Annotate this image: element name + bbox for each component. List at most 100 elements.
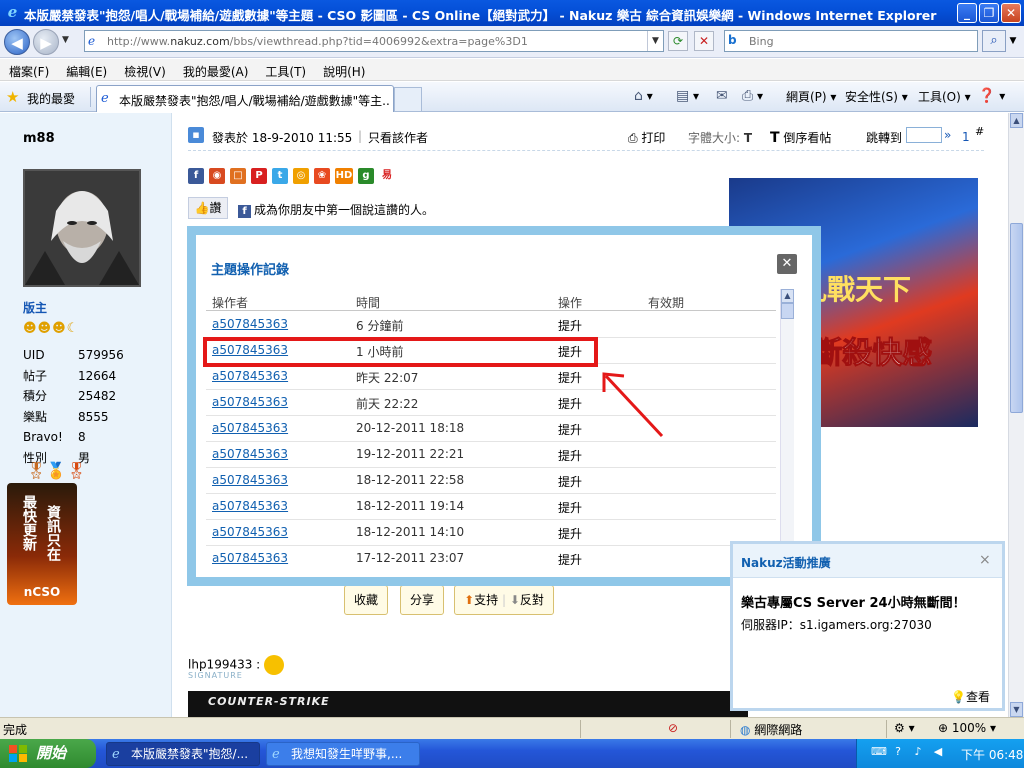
plurk-icon[interactable]: P bbox=[251, 168, 267, 184]
operator-link[interactable]: a507845363 bbox=[212, 421, 288, 435]
collect-button[interactable]: 收藏 bbox=[344, 585, 388, 615]
like-button[interactable]: 👍讚 bbox=[188, 197, 228, 219]
menu-file[interactable]: 檔案(F) bbox=[0, 59, 57, 80]
menu-favorites[interactable]: 我的最愛(A) bbox=[174, 59, 257, 80]
menu-view[interactable]: 檢視(V) bbox=[115, 59, 174, 80]
menu-tools[interactable]: 工具(T) bbox=[256, 59, 314, 80]
address-bar[interactable]: e http://www.nakuz.com/bbs/viewthread.ph… bbox=[84, 30, 664, 52]
maximize-button[interactable]: ❐ bbox=[979, 3, 999, 23]
share-button[interactable]: 分享 bbox=[400, 585, 444, 615]
keyboard-icon[interactable]: ⌨ bbox=[871, 745, 887, 759]
oppose-button[interactable]: ⬇反對 bbox=[510, 593, 544, 607]
avatar[interactable] bbox=[23, 169, 141, 287]
security-zone[interactable]: ◍ 網際網路 bbox=[740, 721, 802, 738]
operator-link[interactable]: a507845363 bbox=[212, 447, 288, 461]
help-tray-icon[interactable]: ? bbox=[891, 745, 905, 759]
address-url[interactable]: http://www.nakuz.com/bbs/viewthread.php?… bbox=[107, 35, 528, 48]
printer-icon: ⎙ bbox=[628, 131, 642, 145]
dialog-scrollbar[interactable]: ▲ bbox=[780, 289, 794, 565]
promo-banner[interactable]: 最快更新 資訊只在 nCSO bbox=[7, 483, 77, 605]
rank-stars-icon: ☻☻☻☾ bbox=[23, 321, 80, 336]
dialog-close-button[interactable]: ✕ bbox=[777, 254, 797, 274]
favorites-star-icon[interactable]: ★ bbox=[6, 88, 19, 106]
back-button[interactable]: ◀ bbox=[4, 29, 30, 55]
search-box[interactable]: b Bing bbox=[724, 30, 978, 52]
status-bar: 完成 ⊘ ◍ 網際網路 ⚙ ▾ ⊕ 100% ▾ bbox=[0, 717, 1024, 739]
mail-icon[interactable]: ✉ bbox=[716, 88, 728, 104]
home-icon[interactable]: ⌂ ▾ bbox=[634, 88, 653, 104]
ie-logo-icon: e bbox=[7, 3, 18, 21]
support-button[interactable]: ⬆支持 bbox=[464, 593, 498, 607]
poster-username[interactable]: m88 bbox=[23, 131, 55, 146]
tools-menu[interactable]: 工具(O) ▾ bbox=[918, 88, 971, 105]
taskbar-item-ie-2[interactable]: e 我想知發生咩野事,... bbox=[266, 742, 420, 766]
notification-close-icon[interactable]: × bbox=[979, 552, 991, 568]
notification-view-link[interactable]: 💡查看 bbox=[951, 688, 990, 705]
stop-icon[interactable]: ✕ bbox=[694, 31, 714, 51]
share-icon-2[interactable]: ◉ bbox=[209, 168, 225, 184]
refresh-icon[interactable]: ⟳ bbox=[668, 31, 688, 51]
share-icon-3[interactable]: □ bbox=[230, 168, 246, 184]
promo-brand: nCSO bbox=[23, 585, 61, 599]
jump-input[interactable] bbox=[906, 127, 942, 143]
scroll-thumb[interactable] bbox=[1010, 223, 1023, 413]
safety-menu[interactable]: 安全性(S) ▾ bbox=[845, 88, 908, 105]
twitter-icon[interactable]: t bbox=[272, 168, 288, 184]
operator-link[interactable]: a507845363 bbox=[212, 551, 288, 565]
operator-link[interactable]: a507845363 bbox=[212, 499, 288, 513]
dialog-scroll-thumb[interactable] bbox=[781, 303, 794, 319]
share-icon-7[interactable]: ❀ bbox=[314, 168, 330, 184]
operator-link[interactable]: a507845363 bbox=[212, 317, 288, 331]
start-button[interactable]: 開始 bbox=[0, 739, 96, 768]
bing-icon: b bbox=[728, 33, 737, 47]
author-only-link[interactable]: 只看該作者 bbox=[368, 129, 428, 146]
medal-icons[interactable]: 🎖🏅🎖 bbox=[26, 461, 87, 480]
signature-banner[interactable]: COUNTER-STRIKE bbox=[188, 691, 748, 717]
help-icon[interactable]: ❓ ▾ bbox=[978, 88, 1005, 104]
zoom-icon: ⊕ bbox=[938, 721, 952, 735]
operator-link[interactable]: a507845363 bbox=[212, 369, 288, 383]
print-icon[interactable]: ⎙ ▾ bbox=[742, 88, 763, 104]
feeds-icon[interactable]: ▤ ▾ bbox=[676, 88, 699, 104]
taskbar-item-ie-1[interactable]: e 本版嚴禁發表"抱怨/... bbox=[106, 742, 260, 766]
globe-icon: ◍ bbox=[740, 723, 755, 737]
promo-notification: Nakuz活動推廣 × 樂古專屬CS Server 24小時無斷間！ 伺服器IP… bbox=[730, 541, 1005, 711]
operator-link[interactable]: a507845363 bbox=[212, 525, 288, 539]
scroll-up-icon[interactable]: ▲ bbox=[1010, 113, 1023, 128]
page-menu[interactable]: 網頁(P) ▾ bbox=[786, 88, 836, 105]
new-tab-button[interactable] bbox=[394, 87, 422, 111]
minimize-button[interactable]: _ bbox=[957, 3, 977, 23]
share-icon-10[interactable]: 易 bbox=[379, 168, 395, 184]
scroll-down-icon[interactable]: ▼ bbox=[1010, 702, 1023, 717]
favorites-button[interactable]: 我的最愛 bbox=[27, 90, 75, 107]
zoom-level[interactable]: ⊕ 100% ▾ bbox=[938, 721, 996, 735]
volume-icon[interactable]: ♪ bbox=[911, 745, 925, 759]
protected-mode-icon[interactable]: ⚙ ▾ bbox=[894, 721, 915, 735]
taskbar: 開始 e 本版嚴禁發表"抱怨/... e 我想知發生咩野事,... ⌨ ? ♪ ◀ … bbox=[0, 739, 1024, 768]
floor-number[interactable]: 1 bbox=[962, 130, 970, 144]
like-text: f 成為你朋友中第一個說這讚的人。 bbox=[238, 201, 434, 218]
search-options-icon[interactable]: ▼ bbox=[1006, 30, 1020, 52]
address-dropdown-icon[interactable]: ▼ bbox=[647, 31, 663, 51]
share-icon-6[interactable]: ◎ bbox=[293, 168, 309, 184]
google-icon[interactable]: g bbox=[358, 168, 374, 184]
forward-button[interactable]: ▶ bbox=[33, 29, 59, 55]
page-scrollbar[interactable]: ▲ ▼ bbox=[1008, 113, 1024, 717]
dialog-scroll-up-icon[interactable]: ▲ bbox=[781, 289, 794, 303]
facebook-icon[interactable]: f bbox=[188, 168, 204, 184]
table-row: a507845363 20-12-2011 18:18 提升 bbox=[206, 416, 776, 442]
tray-arrow-icon[interactable]: ◀ bbox=[931, 745, 945, 759]
operator-link[interactable]: a507845363 bbox=[212, 395, 288, 409]
jump-go-button[interactable]: » bbox=[944, 128, 951, 142]
hd-icon[interactable]: HD bbox=[335, 168, 353, 184]
print-link[interactable]: ⎙ 打印 bbox=[628, 129, 665, 146]
history-dropdown-icon[interactable]: ▼ bbox=[62, 35, 69, 45]
reverse-order-link[interactable]: T 倒序看帖 bbox=[770, 129, 831, 146]
menu-help[interactable]: 說明(H) bbox=[314, 59, 373, 80]
active-tab[interactable]: e 本版嚴禁發表"抱怨/唱人/戰場補給/遊戲數據"等主... bbox=[96, 85, 394, 112]
search-icon[interactable]: ⌕ bbox=[982, 30, 1006, 52]
popup-blocker-icon[interactable]: ⊘ bbox=[668, 721, 678, 735]
close-window-button[interactable]: ✕ bbox=[1001, 3, 1021, 23]
menu-edit[interactable]: 編輯(E) bbox=[57, 59, 115, 80]
operator-link[interactable]: a507845363 bbox=[212, 473, 288, 487]
